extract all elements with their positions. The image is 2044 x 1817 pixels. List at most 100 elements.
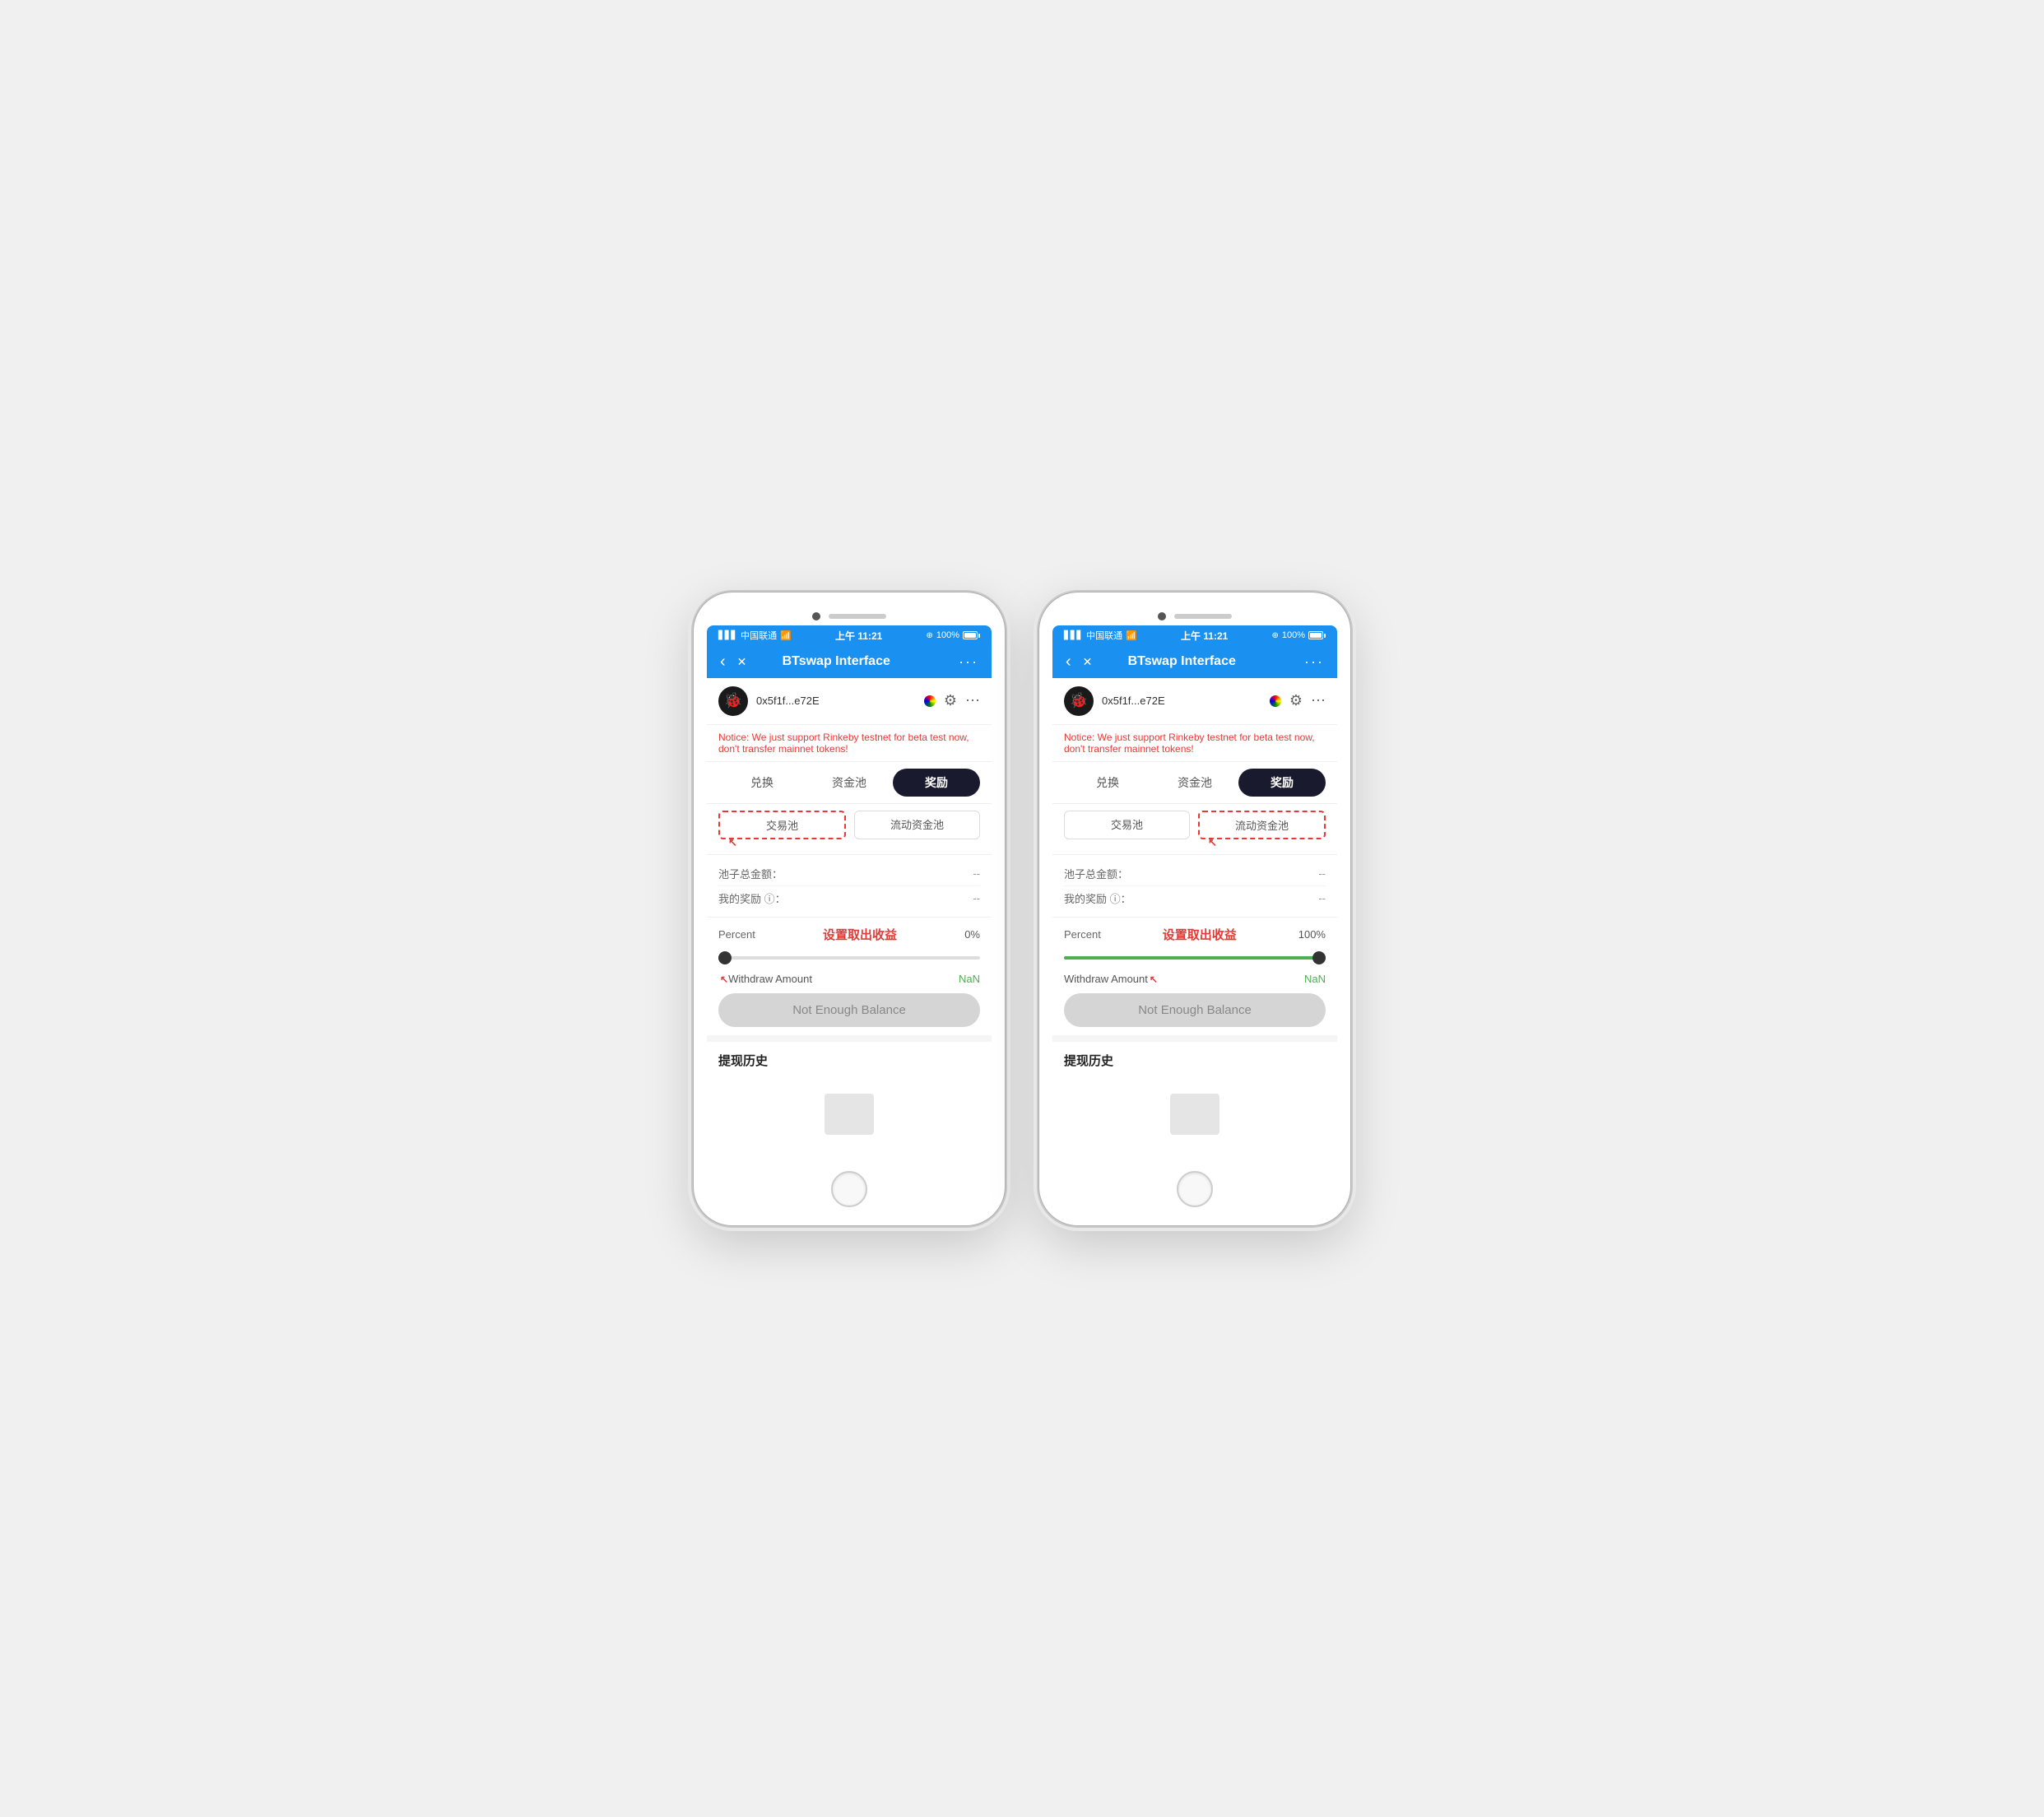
wifi-icon: 📶 [1126, 630, 1137, 641]
more-button[interactable]: ··· [1303, 653, 1326, 671]
slider-track [1064, 956, 1326, 960]
wifi-icon: 📶 [780, 630, 792, 641]
status-left: ▋▋▋ 中国联通 📶 [718, 629, 792, 642]
carrier-label: 中国联通 [1086, 629, 1122, 642]
red-arrow-icon: ↖ [1208, 836, 1217, 849]
tab-1[interactable]: 资金池 [806, 769, 893, 797]
info-label-0: 池子总金额： [718, 866, 783, 881]
phone-screen: ▋▋▋ 中国联通 📶 上午 11:21 ⊕ 100% ‹ ✕ BTswap In… [1052, 625, 1337, 1161]
signal-icon: ▋▋▋ [718, 631, 737, 640]
info-row-0: 池子总金额： -- [1064, 862, 1326, 886]
withdraw-value: NaN [959, 973, 980, 985]
app-bar-title: BTswap Interface [723, 654, 949, 669]
history-title: 提现历史 [1064, 1052, 1326, 1069]
withdraw-arrow-icon: ↖ [720, 974, 728, 985]
tab-0[interactable]: 兑换 [1064, 769, 1151, 797]
wallet-address: 0x5f1f...e72E [756, 695, 913, 707]
percent-label: Percent [718, 928, 755, 941]
status-bar: ▋▋▋ 中国联通 📶 上午 11:21 ⊕ 100% [707, 625, 992, 646]
phone-bottom [707, 1161, 992, 1212]
slider-fill [1064, 956, 1326, 960]
history-section: 提现历史 [707, 1042, 992, 1161]
tabs-container: 兑换资金池奖励 [1052, 762, 1337, 804]
notice-bar: Notice: We just support Rinkeby testnet … [707, 725, 992, 762]
sub-tabs: 交易池↖ 流动资金池 [707, 804, 992, 855]
status-right: ⊕ 100% [1271, 630, 1326, 640]
network-icon: ⊕ [1271, 631, 1278, 640]
percent-section: Percent 设置取出收益 0% ↖Withdraw Amount NaN N… [707, 917, 992, 1035]
percent-label: Percent [1064, 928, 1101, 941]
app-bar: ‹ ✕ BTswap Interface ··· [1052, 646, 1337, 678]
settings-icon[interactable]: ⚙ [1289, 692, 1303, 709]
tab-2[interactable]: 奖励 [893, 769, 980, 797]
camera [1158, 612, 1166, 620]
notice-bar: Notice: We just support Rinkeby testnet … [1052, 725, 1337, 762]
tab-0[interactable]: 兑换 [718, 769, 806, 797]
screen-content: 🐞 0x5f1f...e72E ⚙ ⋯ Notice: We just supp… [707, 678, 992, 1161]
sub-tabs: 交易池流动资金池↖ [1052, 804, 1337, 855]
withdraw-label: ↖Withdraw Amount [718, 973, 812, 985]
placeholder-graphic [825, 1094, 874, 1135]
carrier-label: 中国联通 [741, 629, 777, 642]
slider-thumb[interactable] [1312, 951, 1326, 964]
info-label-1: 我的奖励 ⓘ： [1064, 890, 1131, 906]
phone-screen: ▋▋▋ 中国联通 📶 上午 11:21 ⊕ 100% ‹ ✕ BTswap In… [707, 625, 992, 1161]
speaker [1174, 614, 1232, 619]
history-placeholder [1064, 1077, 1326, 1151]
info-value-0: -- [973, 867, 980, 880]
balance-button[interactable]: Not Enough Balance [1064, 993, 1326, 1027]
balance-button[interactable]: Not Enough Balance [718, 993, 980, 1027]
app-bar: ‹ ✕ BTswap Interface ··· [707, 646, 992, 678]
status-time: 上午 11:21 [1181, 629, 1228, 643]
phone-top-bar [1052, 606, 1337, 625]
network-icon: ⊕ [926, 631, 932, 640]
camera [812, 612, 820, 620]
info-value-1: -- [973, 892, 980, 904]
info-row-1: 我的奖励 ⓘ： -- [718, 886, 980, 910]
history-title: 提现历史 [718, 1052, 980, 1069]
home-button[interactable] [1177, 1171, 1213, 1207]
red-arrow-icon: ↖ [728, 836, 737, 849]
wallet-address: 0x5f1f...e72E [1102, 695, 1258, 707]
withdraw-label: Withdraw Amount↖ [1064, 973, 1158, 985]
withdraw-row: Withdraw Amount↖ NaN [1064, 973, 1326, 985]
percent-header: Percent 设置取出收益 100% [1064, 926, 1326, 943]
percent-value: 0% [964, 928, 980, 941]
battery-icon [963, 631, 980, 639]
more-icon[interactable]: ⋯ [965, 692, 980, 709]
app-bar-title: BTswap Interface [1069, 654, 1294, 669]
colorful-dot [924, 695, 936, 707]
colorful-dot [1270, 695, 1281, 707]
page-container: ▋▋▋ 中国联通 📶 上午 11:21 ⊕ 100% ‹ ✕ BTswap In… [693, 592, 1351, 1226]
tab-2[interactable]: 奖励 [1238, 769, 1326, 797]
slider-container[interactable] [718, 950, 980, 966]
avatar: 🐞 [1064, 686, 1094, 716]
home-button[interactable] [831, 1171, 867, 1207]
slider-container[interactable] [1064, 950, 1326, 966]
sub-tab-1[interactable]: 流动资金池 [854, 811, 980, 839]
phone-bottom [1052, 1161, 1337, 1212]
sub-tab-0[interactable]: 交易池↖ [718, 811, 846, 839]
settings-icon[interactable]: ⚙ [944, 692, 957, 709]
sub-tab-0[interactable]: 交易池 [1064, 811, 1190, 839]
info-value-1: -- [1318, 892, 1326, 904]
percent-value: 100% [1298, 928, 1326, 941]
placeholder-graphic [1170, 1094, 1219, 1135]
battery-percent: 100% [936, 630, 959, 640]
history-placeholder [718, 1077, 980, 1151]
sub-tab-1[interactable]: 流动资金池↖ [1198, 811, 1326, 839]
phone-right: ▋▋▋ 中国联通 📶 上午 11:21 ⊕ 100% ‹ ✕ BTswap In… [1038, 592, 1351, 1226]
slider-thumb[interactable] [718, 951, 732, 964]
battery-percent: 100% [1282, 630, 1305, 640]
speaker [829, 614, 886, 619]
more-button[interactable]: ··· [957, 653, 980, 671]
status-left: ▋▋▋ 中国联通 📶 [1064, 629, 1137, 642]
info-section: 池子总金额： -- 我的奖励 ⓘ： -- [707, 855, 992, 917]
more-icon[interactable]: ⋯ [1311, 692, 1326, 709]
slider-track [718, 956, 980, 960]
tab-1[interactable]: 资金池 [1151, 769, 1238, 797]
withdraw-arrow-icon: ↖ [1150, 974, 1158, 985]
status-time: 上午 11:21 [835, 629, 882, 643]
status-right: ⊕ 100% [926, 630, 980, 640]
phone-top-bar [707, 606, 992, 625]
